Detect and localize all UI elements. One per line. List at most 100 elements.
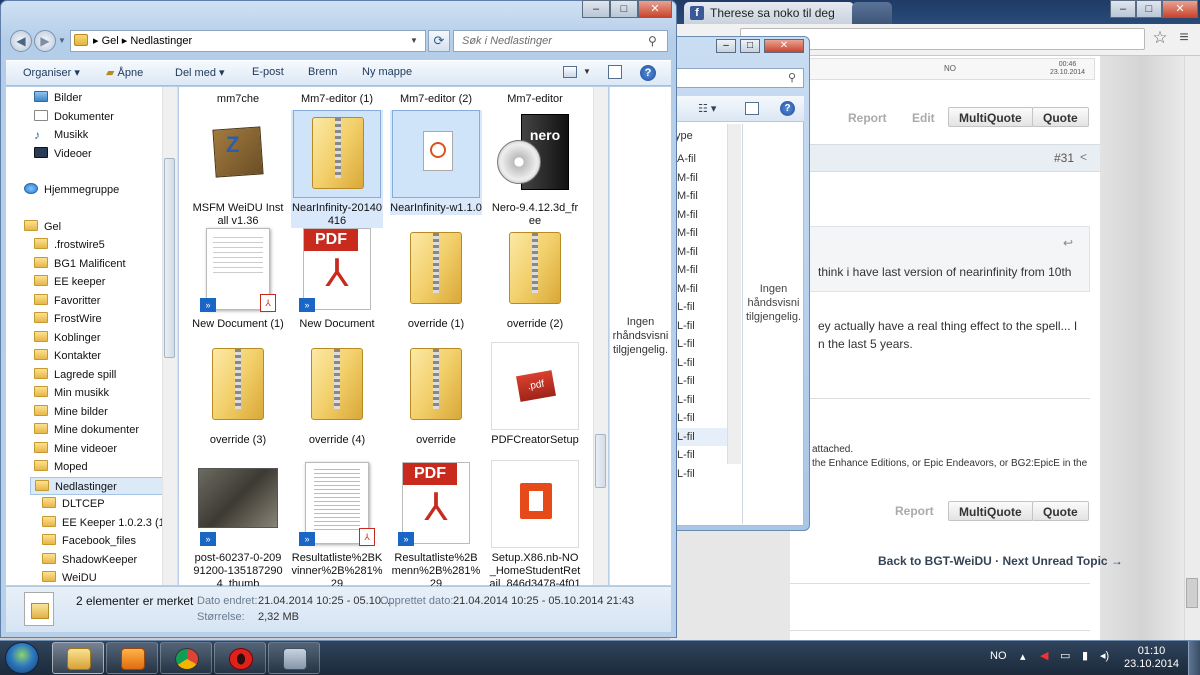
quote-button-bottom[interactable]: Quote <box>1032 501 1089 521</box>
nav-item-gel[interactable]: Gel <box>24 218 177 237</box>
list-item[interactable]: L-fil <box>675 409 727 428</box>
list-item[interactable]: A-fil <box>675 150 727 169</box>
file-item[interactable]: PDF ⅄» New Document <box>291 226 383 331</box>
multiquote-button-bottom[interactable]: MultiQuote <box>948 501 1033 521</box>
win2-view-icon[interactable]: ☷ ▾ <box>698 102 716 115</box>
nav-item-moped[interactable]: Moped <box>34 458 177 477</box>
new-tab-button[interactable] <box>852 2 892 24</box>
view-dropdown[interactable]: ▼ <box>583 67 591 76</box>
list-item[interactable]: L-fil <box>675 427 727 446</box>
page-scrollbar[interactable] <box>1184 56 1200 640</box>
taskbar-explorer-button[interactable] <box>52 642 104 674</box>
list-item[interactable]: L-fil <box>675 298 727 317</box>
open-button[interactable]: ▰ Åpne <box>106 66 143 79</box>
nav-item-hjemmegruppe[interactable]: Hjemmegruppe <box>24 181 177 200</box>
file-view-scrollbar[interactable] <box>593 87 608 585</box>
language-indicator[interactable]: NO <box>990 650 1007 662</box>
list-item[interactable]: L-fil <box>675 317 727 336</box>
file-item[interactable]: » ⅄ New Document (1) <box>192 226 284 331</box>
file-item-selected[interactable]: NearInfinity-w1.1.0 <box>390 110 482 215</box>
taskbar-clock[interactable]: 01:10 23.10.2014 <box>1124 645 1179 671</box>
file-item[interactable]: override (3) <box>192 342 284 447</box>
list-item[interactable]: M-fil <box>675 224 727 243</box>
multiquote-button[interactable]: MultiQuote <box>948 107 1033 127</box>
nav-item-ee-keeper-1023[interactable]: EE Keeper 1.0.2.3 (1) <box>42 514 177 533</box>
report-link[interactable]: Report <box>848 111 887 125</box>
tray-expand-icon[interactable]: ▴ <box>1020 650 1026 663</box>
maximize-button[interactable]: □ <box>610 0 638 18</box>
nav-item-koblinger[interactable]: Koblinger <box>34 329 177 348</box>
list-item[interactable]: M-fil <box>675 243 727 262</box>
nav-item-ee-keeper[interactable]: EE keeper <box>34 273 177 292</box>
nav-item-favoritter[interactable]: Favoritter <box>34 292 177 311</box>
list-item[interactable]: M-fil <box>675 280 727 299</box>
share-with-button[interactable]: Del med ▾ <box>175 66 225 79</box>
back-to-forum-link[interactable]: Back to BGT-WeiDU <box>878 554 992 568</box>
nav-item-mine-bilder[interactable]: Mine bilder <box>34 403 177 422</box>
file-item[interactable]: Mm7-editor (1) <box>291 93 383 106</box>
bookmark-star-icon[interactable]: ☆ <box>1150 28 1170 48</box>
nav-item-dokumenter[interactable]: Dokumenter <box>34 108 177 127</box>
browser-menu-icon[interactable]: ≡ <box>1174 28 1194 48</box>
taskbar-chrome-button[interactable] <box>160 642 212 674</box>
file-item[interactable]: override (4) <box>291 342 383 447</box>
browser-tab-facebook[interactable]: f Therese sa noko til deg <box>684 2 854 24</box>
share-icon[interactable]: < <box>1080 150 1087 164</box>
nav-item-min-musikk[interactable]: Min musikk <box>34 384 177 403</box>
nav-item-bilder[interactable]: Bilder <box>34 89 177 108</box>
edit-link[interactable]: Edit <box>912 111 935 125</box>
win2-help-icon[interactable]: ? <box>780 101 795 116</box>
back-button[interactable]: ◀ <box>10 30 32 52</box>
forward-button[interactable]: ▶ <box>34 30 56 52</box>
list-item[interactable]: L-fil <box>675 335 727 354</box>
file-item[interactable]: mm7che <box>192 93 284 106</box>
list-item[interactable]: L-fil <box>675 465 727 484</box>
search-input[interactable]: Søk i Nedlastinger <box>453 30 668 52</box>
tray-alert-icon[interactable]: ◀ <box>1040 649 1048 662</box>
nav-item-frostwire5[interactable]: .frostwire5 <box>34 236 177 255</box>
taskbar-calculator-button[interactable] <box>268 642 320 674</box>
breadcrumb-nedlastinger[interactable]: Nedlastinger <box>130 35 192 47</box>
win2-close-button[interactable]: ✕ <box>764 39 804 53</box>
breadcrumb-gel[interactable]: Gel <box>102 35 119 47</box>
list-item[interactable]: M-fil <box>675 206 727 225</box>
file-item[interactable]: override (1) <box>390 226 482 331</box>
file-item[interactable]: nero Nero-9.4.12.3d_free <box>489 110 581 228</box>
network-icon[interactable]: ▭ <box>1060 649 1070 662</box>
next-unread-link[interactable]: Next Unread Topic → <box>1002 554 1122 568</box>
start-button[interactable] <box>5 642 39 674</box>
file-item[interactable]: » post-60237-0-20991200-1351872904_thumb <box>192 460 284 591</box>
help-icon[interactable]: ? <box>640 65 656 81</box>
search-icon[interactable]: ⚲ <box>648 34 657 48</box>
list-item[interactable]: L-fil <box>675 446 727 465</box>
nav-item-frostwire[interactable]: FrostWire <box>34 310 177 329</box>
email-button[interactable]: E-post <box>252 66 284 78</box>
post-number[interactable]: #31 <box>1054 151 1074 165</box>
win2-type-column[interactable]: ype <box>675 130 693 142</box>
list-item[interactable]: L-fil <box>675 391 727 410</box>
address-bar[interactable]: ▸ Gel ▸ Nedlastinger <box>70 30 426 52</box>
recent-pages-dropdown[interactable]: ▼ <box>58 36 66 45</box>
file-item-selected[interactable]: NearInfinity-20140416 <box>291 110 383 228</box>
file-view-scroll-thumb[interactable] <box>595 434 606 488</box>
taskbar-opera-button[interactable] <box>214 642 266 674</box>
nav-item-videoer[interactable]: Videoer <box>34 145 177 164</box>
nav-item-mine-dokumenter[interactable]: Mine dokumenter <box>34 421 177 440</box>
list-item[interactable]: L-fil <box>675 372 727 391</box>
nav-scroll-thumb[interactable] <box>164 158 175 358</box>
file-item[interactable]: override (2) <box>489 226 581 331</box>
browser-close-button[interactable]: ✕ <box>1162 0 1198 18</box>
minimize-button[interactable]: – <box>582 0 610 18</box>
win2-search-input[interactable] <box>674 68 804 88</box>
win2-pane-icon[interactable] <box>745 102 759 115</box>
file-item[interactable]: » ⅄ Resultatliste%2BKvinner%2B%281%29 <box>291 460 383 591</box>
volume-icon[interactable]: ◂) <box>1100 649 1109 662</box>
signal-icon[interactable]: ▮ <box>1082 649 1088 662</box>
file-item[interactable]: Mm7-editor (2) <box>390 93 482 106</box>
nav-item-lagrede-spill[interactable]: Lagrede spill <box>34 366 177 385</box>
preview-pane-icon[interactable] <box>608 65 622 79</box>
list-item[interactable]: M-fil <box>675 187 727 206</box>
nav-item-nedlastinger[interactable]: Nedlastinger <box>30 476 177 495</box>
nav-item-mine-videoer[interactable]: Mine videoer <box>34 440 177 459</box>
show-desktop-button[interactable] <box>1188 641 1200 675</box>
